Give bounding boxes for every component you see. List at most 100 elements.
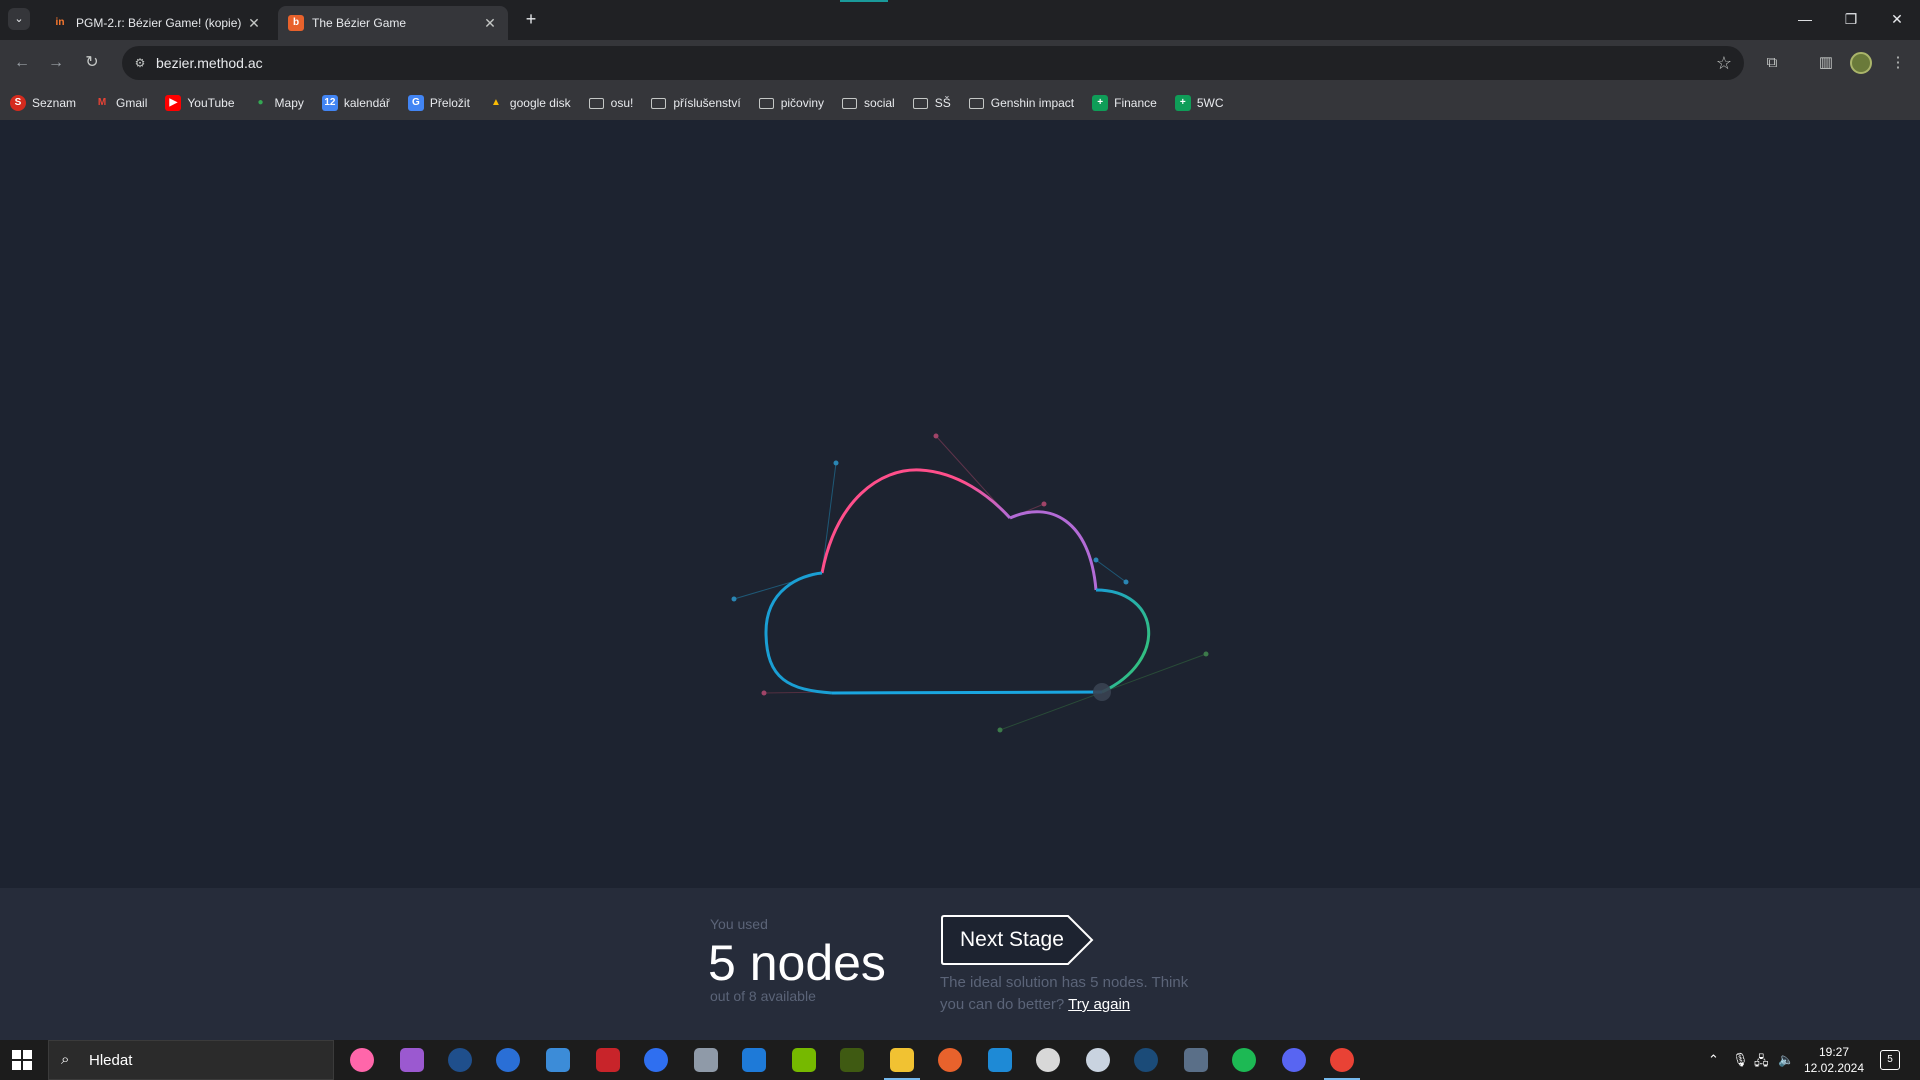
bookmark-folder-ss[interactable]: SŠ [912,96,951,110]
clock-date: 12.02.2024 [1803,1061,1865,1075]
bookmark-folder-prislusenstvi[interactable]: příslušenství [651,96,741,110]
control-point[interactable] [731,596,737,602]
control-point[interactable] [997,727,1003,733]
folder-icon [758,97,774,109]
handle-line [1095,559,1127,583]
bookmark-mapy[interactable]: ● Mapy [253,95,304,111]
volume-icon[interactable]: 🔈 [1778,1052,1794,1068]
control-point[interactable] [761,690,767,696]
racing-game-icon[interactable] [1036,1048,1060,1072]
control-point[interactable] [933,433,939,439]
bookmark-label: Seznam [32,96,77,110]
sheets-icon: + [1174,95,1191,111]
result-panel: You used 5 nodes out of 8 available Next… [0,888,1920,1040]
next-stage-button[interactable]: Next Stage [940,914,1096,966]
browser-menu-icon[interactable]: ⋮ [1886,51,1910,75]
vscode-icon[interactable] [988,1048,1012,1072]
cloud-segment-bottom[interactable] [831,690,1103,695]
nvidia-geforce-icon[interactable] [840,1048,864,1072]
calculator-icon[interactable] [1184,1048,1208,1072]
browser-toolbar: ← → ↻ ⚙ bezier.method.ac ☆ ⧉ ▥ ⋮ [0,40,1920,86]
network-icon[interactable]: 🖧 [1754,1052,1769,1074]
tray-overflow-icon[interactable]: ⌃ [1708,1052,1719,1068]
bookmark-folder-genshin[interactable]: Genshin impact [968,96,1074,110]
control-point[interactable] [1123,579,1129,585]
bezier-game-canvas[interactable] [0,120,1920,888]
window-app-icon[interactable] [546,1048,570,1072]
notification-center-icon[interactable]: 5 [1880,1050,1900,1070]
control-point[interactable] [1203,651,1209,657]
bookmark-kalendar[interactable]: 12 kalendář [321,95,390,111]
try-again-link[interactable]: Try again [1068,996,1130,1013]
circle-app-icon[interactable] [644,1048,668,1072]
new-tab-button[interactable]: + [520,8,542,30]
task-list-app-icon[interactable] [496,1048,520,1072]
seznam-icon: S [10,95,26,111]
bookmark-star-icon[interactable]: ☆ [1716,53,1732,74]
bookmark-folder-picoviny[interactable]: pičoviny [758,96,824,110]
taskbar-search-placeholder: Hledat [89,1052,133,1069]
bookmark-folder-osu[interactable]: osu! [588,96,633,110]
chart-app-icon[interactable] [596,1048,620,1072]
discord-icon[interactable] [1282,1048,1306,1072]
minimize-window-button[interactable]: — [1790,8,1820,30]
extensions-icon[interactable]: ⧉ [1760,51,1784,75]
tab-bezier-game[interactable]: b The Bézier Game ✕ [278,6,508,40]
cloud-segment-right[interactable] [1095,588,1151,694]
bookmark-finance[interactable]: + Finance [1092,95,1157,111]
bookmark-5wc[interactable]: + 5WC [1174,95,1224,111]
control-point[interactable] [833,460,839,466]
spotify-icon[interactable] [1232,1048,1256,1072]
taskbar-search[interactable]: ⌕ Hledat [48,1040,334,1080]
handle-line [821,462,837,574]
osu-app-icon[interactable] [350,1048,374,1072]
forward-button[interactable]: → [44,51,68,75]
bookmark-label: YouTube [187,96,235,110]
profile-avatar[interactable] [1850,52,1872,74]
close-tab-icon[interactable]: ✕ [482,15,498,32]
window-accent-strip [840,0,888,2]
cloud-segment-left[interactable] [764,571,833,695]
file-explorer-icon[interactable] [884,1048,920,1080]
close-tab-icon[interactable]: ✕ [246,15,262,32]
paint-app-icon[interactable] [1086,1048,1110,1072]
bookmark-seznam[interactable]: S Seznam [10,95,76,111]
address-bar[interactable]: ⚙ bezier.method.ac ☆ [122,46,1744,80]
bookmark-google-disk[interactable]: ▲ google disk [488,95,571,111]
control-point[interactable] [1041,501,1047,507]
bookmark-label: Mapy [274,96,304,110]
restore-window-button[interactable]: ❐ [1836,8,1866,30]
translate-icon: G [407,95,424,111]
cloud-drawing[interactable] [0,120,1920,888]
system-clock[interactable]: 19:27 12.02.2024 [1800,1044,1868,1076]
docs-d-app-icon[interactable] [742,1048,766,1072]
microphone-icon[interactable]: 🎙 [1732,1052,1749,1068]
side-panel-icon[interactable]: ▥ [1814,51,1838,75]
bookmark-label: Gmail [116,96,148,110]
tab-pgm-figma[interactable]: in PGM-2.r: Bézier Game! (kopie) ✕ [42,6,272,40]
chrome-icon[interactable] [1324,1048,1360,1080]
bookmark-folder-social[interactable]: social [842,96,895,110]
app-c-icon[interactable] [400,1048,424,1072]
cloud-segment-upper-right[interactable] [1009,510,1098,591]
site-info-icon[interactable]: ⚙ [132,55,148,71]
back-button[interactable]: ← [10,51,34,75]
bookmark-youtube[interactable]: ▶ YouTube [165,95,235,111]
ideal-solution-message: The ideal solution has 5 nodes. Think yo… [940,974,1189,1013]
start-button[interactable] [12,1050,32,1070]
nvidia-app-icon[interactable] [792,1048,816,1072]
bookmark-gmail[interactable]: M Gmail [94,95,148,111]
steam-icon[interactable] [1134,1048,1158,1072]
downloader-app-icon[interactable] [448,1048,472,1072]
drive-app-icon[interactable] [694,1048,718,1072]
reload-button[interactable]: ↻ [80,51,104,75]
close-window-button[interactable]: ✕ [1882,8,1912,30]
available-nodes-text: out of 8 available [710,988,816,1004]
url-text[interactable]: bezier.method.ac [156,55,263,71]
game-launcher-icon[interactable] [938,1048,962,1072]
tab-search-button[interactable]: ⌄ [8,8,30,30]
cloud-segment-top[interactable] [820,468,1012,574]
control-point[interactable] [1093,557,1099,563]
bookmark-prelozit[interactable]: G Přeložit [407,95,470,111]
anchor-node-selected[interactable] [1093,683,1111,701]
